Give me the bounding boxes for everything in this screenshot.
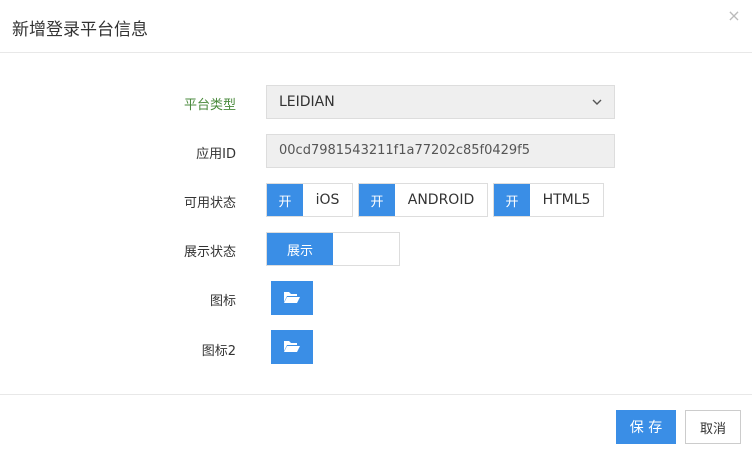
app-id-field: 00cd7981543211f1a77202c85f0429f5: [266, 134, 615, 168]
dialog: 新增登录平台信息 × 平台类型 LEIDIAN 应用ID 00cd7981543…: [0, 0, 752, 457]
toggle-android[interactable]: 开 ANDROID: [358, 183, 488, 217]
display-status-label: 展示状态: [183, 245, 236, 260]
toggle-android-state: 开: [359, 184, 395, 216]
platform-type-select[interactable]: LEIDIAN: [266, 85, 615, 119]
icon-upload-button[interactable]: [271, 281, 313, 315]
display-status-toggle[interactable]: 展示: [266, 232, 400, 266]
dialog-header: 新增登录平台信息 ×: [0, 0, 752, 53]
toggle-ios[interactable]: 开 iOS: [266, 183, 353, 217]
dialog-title: 新增登录平台信息: [12, 20, 148, 40]
close-icon[interactable]: ×: [726, 8, 742, 24]
folder-open-icon: [283, 289, 301, 308]
chevron-down-icon: [592, 86, 602, 130]
save-button[interactable]: 保 存: [616, 410, 676, 444]
availability-label: 可用状态: [183, 196, 236, 211]
toggle-html5-state: 开: [494, 184, 530, 216]
icon2-upload-button[interactable]: [271, 330, 313, 364]
footer-divider: [0, 394, 752, 395]
toggle-ios-state: 开: [267, 184, 303, 216]
toggle-html5[interactable]: 开 HTML5: [493, 183, 604, 217]
icon-label: 图标: [209, 294, 236, 309]
icon2-label: 图标2: [201, 344, 236, 359]
display-status-value: 展示: [267, 233, 333, 265]
platform-type-value: LEIDIAN: [279, 94, 335, 110]
toggle-android-name: ANDROID: [407, 192, 475, 208]
app-id-label: 应用ID: [196, 147, 236, 162]
toggle-ios-name: iOS: [315, 192, 340, 208]
toggle-html5-name: HTML5: [542, 192, 591, 208]
cancel-button[interactable]: 取消: [685, 410, 741, 444]
platform-type-label: 平台类型: [183, 98, 236, 113]
folder-open-icon: [283, 338, 301, 357]
